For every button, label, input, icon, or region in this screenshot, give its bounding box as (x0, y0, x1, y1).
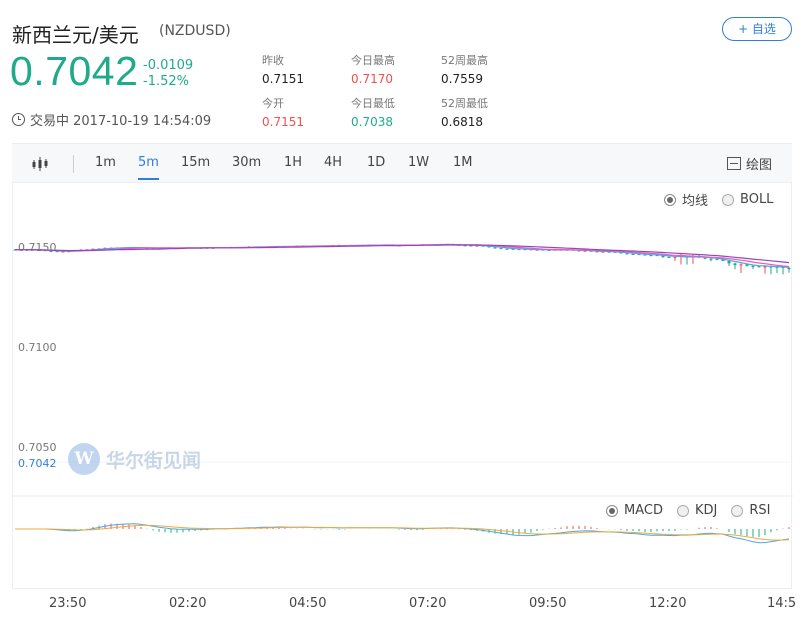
stat-label: 今日最高 (351, 54, 395, 67)
candle-body (757, 266, 761, 268)
stat-52w-high: 52周最高 0.7559 (441, 54, 488, 86)
draw-icon (726, 157, 741, 170)
period-30m[interactable]: 30m (232, 155, 261, 170)
period-4h[interactable]: 4H (324, 155, 342, 170)
radio-macd[interactable]: MACD (606, 503, 663, 518)
candle-body (631, 253, 635, 255)
status-text: 交易中 2017-10-19 14:54:09 (30, 114, 212, 129)
stat-day-high: 今日最高 0.7170 (351, 54, 395, 86)
stat-value: 0.7170 (351, 72, 393, 86)
candle-body (499, 248, 503, 250)
stat-open: 今开 0.7151 (262, 97, 304, 129)
x-tick-label: 12:20 (649, 596, 687, 611)
draw-tool-button[interactable]: 绘图 (726, 154, 772, 173)
candle-body (493, 247, 497, 249)
chart-toolbar: 1m 5m 15m 30m 1H 4H 1D 1W 1M 绘图 (12, 143, 792, 183)
stat-day-low: 今日最低 0.7038 (351, 97, 395, 129)
candle-body (787, 267, 791, 270)
x-tick-label: 14:5 (767, 596, 797, 611)
radio-rsi[interactable]: RSI (731, 503, 770, 518)
radio-ma[interactable]: 均线 (664, 190, 708, 209)
ma-lines-layer (14, 243, 790, 268)
x-tick-label: 04:50 (289, 596, 327, 611)
candle-body (505, 248, 509, 250)
radio-boll[interactable]: BOLL (722, 190, 773, 209)
candle-body (727, 260, 731, 264)
radio-kdj[interactable]: KDJ (676, 503, 718, 518)
y-tick-label: 0.7050 (18, 441, 57, 454)
radio-label: MACD (624, 503, 663, 518)
change-value: -0.0109 (143, 58, 194, 73)
wallstreetcn-logo-icon: W (68, 443, 100, 475)
add-watchlist-button[interactable]: + 自选 (722, 17, 792, 41)
period-1d[interactable]: 1D (367, 155, 385, 170)
draw-label: 绘图 (745, 158, 772, 173)
price-change: -0.0109 -1.52% (143, 58, 193, 90)
candle-body (667, 257, 671, 259)
candle-body (733, 263, 737, 266)
stat-label: 昨收 (262, 54, 284, 67)
radio-label: 均线 (682, 194, 709, 209)
candle-body (715, 258, 719, 260)
macd-dea-line (15, 524, 790, 541)
period-15m[interactable]: 15m (181, 155, 210, 170)
period-1mo[interactable]: 1M (453, 155, 473, 170)
stat-value: 0.7559 (441, 72, 483, 86)
sub-indicator-toggle: MACD KDJ RSI (606, 503, 770, 518)
ma-line (14, 244, 790, 268)
period-1h[interactable]: 1H (284, 155, 302, 170)
macd-layer (15, 523, 790, 544)
candlestick-type-icon[interactable] (32, 156, 50, 172)
radio-label: KDJ (694, 503, 718, 518)
radio-unchecked-icon (676, 504, 689, 517)
x-axis-labels: 23:50 02:20 04:50 07:20 09:50 12:20 14:5 (0, 596, 806, 614)
stat-label: 52周最低 (441, 97, 488, 110)
radio-unchecked-icon (731, 504, 744, 517)
x-tick-label: 02:20 (169, 596, 207, 611)
change-percent: -1.52% (143, 74, 189, 89)
price-chart-svg: 0.7150 0.7100 0.7050 0.7042 (13, 241, 793, 544)
candle-body (49, 250, 53, 252)
stat-value: 0.6818 (441, 115, 483, 129)
period-5m[interactable]: 5m (138, 155, 159, 180)
stat-value: 0.7151 (262, 115, 304, 129)
x-tick-label: 09:50 (529, 596, 567, 611)
radio-checked-icon (606, 504, 618, 517)
radio-label: RSI (749, 503, 771, 518)
stat-label: 52周最高 (441, 54, 488, 67)
stat-prev-close: 昨收 0.7151 (262, 54, 304, 86)
toolbar-divider (73, 155, 74, 173)
pair-title: 新西兰元/美元 (12, 23, 139, 47)
stat-label: 今日最低 (351, 97, 395, 110)
candle-body (763, 266, 767, 268)
stat-label: 今开 (262, 97, 284, 110)
trading-status: 交易中 2017-10-19 14:54:09 (12, 110, 211, 129)
candle-body (673, 257, 677, 259)
current-price-label: 0.7042 (18, 457, 57, 470)
radio-checked-icon (664, 193, 676, 206)
candle-body (625, 253, 629, 255)
period-1m[interactable]: 1m (95, 155, 116, 170)
clock-icon (12, 113, 25, 126)
y-tick-label: 0.7150 (18, 241, 57, 254)
y-tick-label: 0.7100 (18, 341, 57, 354)
stat-value: 0.7038 (351, 115, 393, 129)
macd-dif-line (15, 523, 790, 544)
stat-52w-low: 52周最低 0.6818 (441, 97, 488, 129)
radio-label: BOLL (740, 192, 774, 207)
watermark-text: 华尔街见闻 (106, 449, 202, 472)
x-tick-label: 07:20 (409, 596, 447, 611)
current-price: 0.7042 (10, 48, 139, 94)
candle-body (709, 258, 713, 260)
watermark: W 华尔街见闻 (68, 443, 201, 475)
candle-body (739, 264, 743, 266)
pair-code: (NZDUSD) (159, 23, 231, 39)
main-indicator-toggle: 均线 BOLL (664, 190, 773, 209)
candle-body (751, 265, 755, 267)
x-tick-label: 23:50 (49, 596, 87, 611)
radio-unchecked-icon (722, 193, 735, 206)
period-1w[interactable]: 1W (408, 155, 429, 170)
chart-panel[interactable]: 0.7150 0.7100 0.7050 0.7042 (12, 183, 793, 589)
stat-value: 0.7151 (262, 72, 304, 86)
